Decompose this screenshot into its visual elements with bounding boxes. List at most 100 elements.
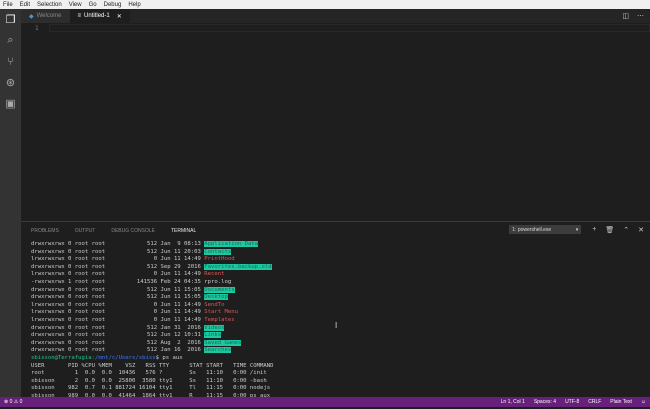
- file-size: 512: [146, 332, 158, 339]
- tab-output[interactable]: OUTPUT: [75, 228, 96, 234]
- extensions-icon[interactable]: ▣: [0, 93, 21, 114]
- ps-row: root 1 0.0 0.0 10436 576 ? Ss 11:10 0:00…: [31, 370, 267, 377]
- tab-welcome[interactable]: ◆ Welcome: [21, 9, 70, 23]
- menu-bar: File Edit Selection View Go Debug Help: [0, 0, 650, 9]
- file-name: Searches: [204, 347, 232, 354]
- file-date: Jan 9 08:13: [160, 241, 201, 247]
- tab-debug-console[interactable]: DEBUG CONSOLE: [111, 228, 155, 234]
- current-line: [49, 24, 650, 32]
- file-size: 0: [153, 301, 158, 308]
- file-permissions: lrwxrwxrwx 0 root root: [31, 271, 106, 278]
- line-ending[interactable]: CRLF: [588, 399, 601, 405]
- file-size: 512: [146, 324, 158, 331]
- menu-debug[interactable]: Debug: [104, 2, 122, 8]
- chevron-down-icon: ▾: [575, 226, 579, 233]
- file-date: Jun 11 15:05: [160, 294, 201, 301]
- file-size: 141536: [136, 278, 158, 285]
- file-permissions: drwxrwxrwx 0 root root: [31, 324, 106, 331]
- tab-problems[interactable]: PROBLEMS: [31, 228, 59, 234]
- file-date: Jun 12 10:31: [160, 332, 201, 339]
- prompt-prompt-user: sbisson@Terrafugia: [31, 354, 92, 361]
- split-editor-icon[interactable]: ◫: [622, 12, 629, 20]
- panel: PROBLEMS OUTPUT DEBUG CONSOLE TERMINAL 1…: [21, 221, 650, 408]
- file-size: 512: [146, 339, 158, 346]
- terminal-line: drwxrwxrwx 0 root root 512 Jan 16 2016 Se…: [31, 347, 273, 355]
- menu-edit[interactable]: Edit: [20, 2, 30, 8]
- file-name: Desktop: [204, 294, 228, 301]
- terminal-line: drwxrwxrwx 0 root root 512 Jun 11 15:05 D…: [31, 286, 273, 295]
- menu-selection[interactable]: Selection: [37, 2, 62, 8]
- file-permissions: drwxrwxrwx 0 root root: [31, 241, 106, 247]
- cursor-position[interactable]: Ln 1, Col 1: [501, 399, 525, 405]
- menu-file[interactable]: File: [3, 2, 13, 8]
- line-number: 1: [35, 25, 39, 32]
- terminal-line: drwxrwxrwx 0 root root 512 Jan 9 08:13 Ap…: [31, 241, 273, 249]
- file-size: 0: [153, 256, 158, 263]
- text-cursor-icon: I: [335, 321, 338, 330]
- terminal-line: drwxrwxrwx 0 root root 512 Jun 12 10:31 L…: [31, 332, 273, 340]
- source-control-icon[interactable]: ⑂: [0, 51, 21, 72]
- file-name: PrintHood: [204, 256, 235, 263]
- file-permissions: drwxrwxrwx 0 root root: [31, 263, 106, 270]
- file-date: Jun 11 14:49: [160, 316, 201, 323]
- menu-view[interactable]: View: [69, 2, 82, 8]
- debug-icon[interactable]: ⊛: [0, 72, 21, 93]
- file-name: Videos: [204, 324, 225, 331]
- menu-go[interactable]: Go: [89, 2, 97, 8]
- close-panel-icon[interactable]: ✕: [638, 226, 644, 234]
- prompt-prompt-path: :/mnt/c/Users/sbiss: [91, 354, 156, 361]
- errors-status[interactable]: ⊗ 0 ⚠ 0: [4, 399, 22, 405]
- menu-help[interactable]: Help: [128, 2, 140, 8]
- file-name: Favorites.backup.old: [204, 263, 272, 270]
- prompt-command: $ ps aux: [155, 354, 183, 361]
- terminal-select[interactable]: 1: powershell.exe ▾: [509, 225, 582, 234]
- file-permissions: lrwxrwxrwx 0 root root: [31, 256, 106, 263]
- file-date: Jan 31 2016: [160, 324, 201, 331]
- terminal-line: lrwxrwxrwx 0 root root 0 Jun 11 14:49 Tem…: [31, 317, 273, 325]
- terminal-line: lrwxrwxrwx 0 root root 0 Jun 11 14:49 Pri…: [31, 256, 273, 264]
- file-permissions: drwxrwxrwx 0 root root: [31, 339, 106, 346]
- file-name: Documents: [204, 286, 235, 293]
- search-icon[interactable]: ⌕: [0, 30, 21, 51]
- file-date: Jun 11 20:03: [160, 248, 201, 255]
- terminal-line: drwxrwxrwx 0 root root 512 Sep 29 2016 Fa…: [31, 263, 273, 272]
- file-date: Jun 11 14:49: [160, 309, 201, 316]
- file-permissions: lrwxrwxrwx 0 root root: [31, 316, 106, 323]
- indentation[interactable]: Spaces: 4: [534, 399, 556, 405]
- encoding[interactable]: UTF-8: [565, 399, 579, 405]
- terminal-line: drwxrwxrwx 0 root root 512 Jun 11 15:05 D…: [31, 294, 273, 302]
- file-permissions: lrwxrwxrwx 0 root root: [31, 309, 106, 316]
- ps-row: sbisson 982 0.7 0.1 881724 16104 tty1 Tl…: [31, 385, 271, 392]
- chevron-up-icon[interactable]: ⌃: [623, 226, 629, 234]
- file-date: Jun 11 14:49: [160, 271, 201, 278]
- feedback-icon[interactable]: ☺: [641, 399, 646, 405]
- file-date: Feb 24 04:35: [160, 278, 201, 285]
- file-name: Contacts: [204, 248, 232, 255]
- file-permissions: drwxrwxrwx 0 root root: [31, 248, 106, 255]
- status-bar: ⊗ 0 ⚠ 0 Ln 1, Col 1 Spaces: 4 UTF-8 CRLF…: [0, 397, 650, 407]
- close-icon[interactable]: ✕: [117, 13, 122, 20]
- file-name: Start Menu: [204, 309, 238, 316]
- file-date: Jan 16 2016: [160, 347, 201, 354]
- plus-icon[interactable]: +: [592, 226, 596, 233]
- more-icon[interactable]: ⋯: [637, 12, 644, 20]
- terminal-output[interactable]: drwxrwxrwx 0 root root 512 Jan 9 08:13 Ap…: [31, 241, 273, 409]
- tab-terminal[interactable]: TERMINAL: [171, 228, 196, 234]
- ps-row: sbisson 2 0.0 0.0 25800 3580 tty1 Ss 11:…: [31, 377, 267, 384]
- language-mode[interactable]: Plain Text: [610, 399, 632, 405]
- file-size: 512: [146, 286, 158, 293]
- editor[interactable]: 1: [21, 23, 650, 221]
- trash-icon[interactable]: 🗑: [605, 226, 614, 234]
- file-icon: ≡: [77, 13, 82, 19]
- file-name: rpro.log: [204, 278, 232, 285]
- file-date: Jun 11 15:05: [160, 286, 201, 293]
- vscode-icon: ◆: [29, 13, 34, 20]
- file-size: 512: [146, 241, 158, 247]
- explorer-icon[interactable]: ❐: [0, 9, 21, 30]
- file-size: 0: [153, 271, 158, 278]
- tab-untitled-1[interactable]: ≡ Untitled-1 ✕: [69, 9, 130, 23]
- terminal-line: drwxrwxrwx 0 root root 512 Jun 11 20:03 C…: [31, 248, 273, 257]
- file-permissions: drwxrwxrwx 0 root root: [31, 286, 106, 293]
- file-name: SendTo: [204, 301, 225, 308]
- file-size: 512: [146, 248, 158, 255]
